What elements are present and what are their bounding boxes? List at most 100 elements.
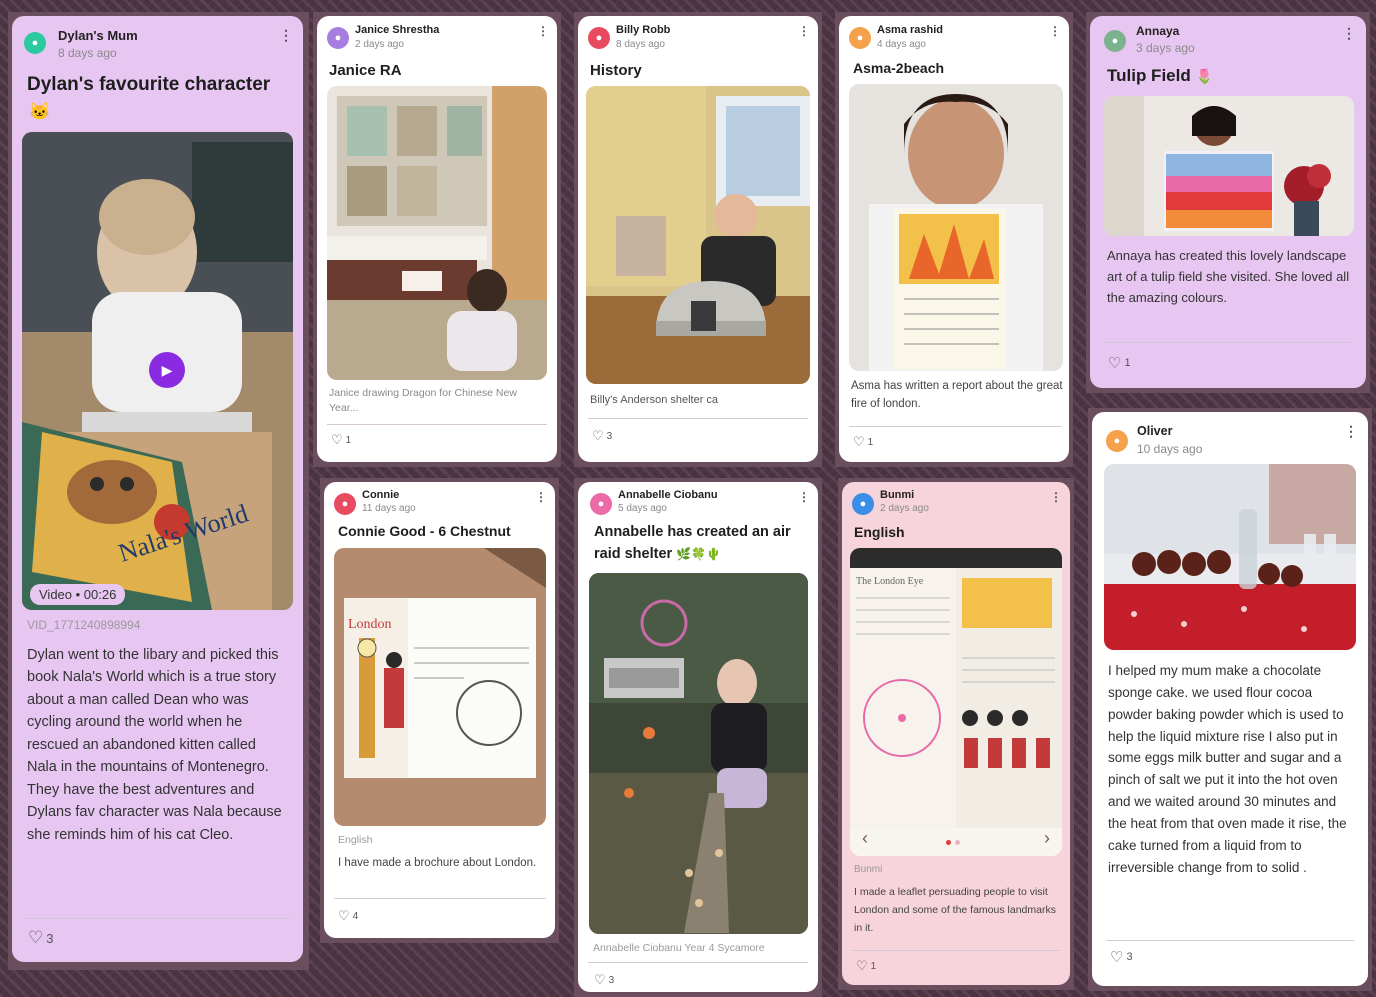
heart-icon: ♡: [592, 428, 604, 443]
avatar: ●: [1106, 430, 1128, 452]
post-image[interactable]: [586, 86, 810, 384]
post-subject: Bunmi: [854, 864, 883, 875]
heart-icon: ♡: [28, 928, 44, 947]
carousel-next-button[interactable]: ›: [1044, 828, 1050, 849]
post-caption: Annaya has created this lovely landscape…: [1107, 248, 1350, 305]
more-options-icon[interactable]: ⋮: [1049, 25, 1061, 37]
post-title-line1: Annabelle has created an air: [594, 524, 791, 540]
post-card-bunmi[interactable]: ● Bunmi 2 days ago ⋮ English The London …: [842, 482, 1070, 985]
post-card-dylan[interactable]: ● Dylan's Mum 8 days ago ⋮ Dylan's favou…: [12, 16, 303, 962]
like-count: 3: [46, 930, 54, 946]
like-button[interactable]: ♡ 3: [594, 972, 614, 988]
like-button[interactable]: ♡ 4: [338, 908, 358, 924]
plant-emoji-icon: 🌿🍀🌵: [676, 547, 722, 561]
post-video[interactable]: Nala's World ▶ Video • 00:26: [22, 132, 293, 610]
post-title: English: [854, 524, 905, 540]
avatar: ●: [590, 493, 612, 515]
post-caption: Asma has written a report about the grea…: [851, 380, 1063, 410]
post-time: 8 days ago: [58, 46, 117, 60]
divider: [852, 950, 1060, 951]
more-options-icon[interactable]: ⋮: [798, 25, 810, 37]
post-image[interactable]: [1104, 96, 1354, 236]
photo-billy: [586, 86, 810, 384]
post-image[interactable]: [849, 84, 1063, 371]
post-title: Connie Good - 6 Chestnut: [338, 523, 511, 539]
author-name: Connie: [362, 489, 400, 501]
post-caption: Annabelle Ciobanu Year 4 Sycamore: [593, 942, 765, 954]
author-name: Annabelle Ciobanu: [618, 489, 718, 501]
carousel-prev-button[interactable]: ‹: [862, 828, 868, 849]
like-count: 3: [606, 430, 613, 442]
post-card-annaya[interactable]: ● Annaya 3 days ago ⋮ Tulip Field 🌷 Anna…: [1090, 16, 1366, 388]
post-image[interactable]: [589, 573, 808, 934]
carousel-dots: [946, 840, 960, 845]
more-options-icon[interactable]: ⋮: [798, 491, 810, 503]
post-image-carousel[interactable]: The London Eye ‹ ›: [850, 548, 1062, 856]
like-button[interactable]: ♡ 1: [331, 432, 351, 448]
post-title: Tulip Field 🌷: [1107, 66, 1213, 86]
post-title-line2: raid shelter 🌿🍀🌵: [594, 546, 721, 562]
more-options-icon[interactable]: ⋮: [279, 28, 293, 42]
author-name: Annaya: [1136, 24, 1180, 38]
leaflet-heading: The London Eye: [856, 576, 924, 587]
author-name: Janice Shrestha: [355, 24, 440, 36]
post-caption: I made a leaflet persuading people to vi…: [854, 886, 1056, 934]
author-name: Bunmi: [880, 489, 915, 501]
avatar: ●: [334, 493, 356, 515]
post-caption: I helped my mum make a chocolate sponge …: [1108, 663, 1347, 875]
post-title-text: Tulip Field: [1107, 66, 1191, 85]
photo-janice: [327, 86, 547, 380]
video-duration-badge: Video • 00:26: [30, 584, 126, 605]
more-options-icon[interactable]: ⋮: [1342, 26, 1356, 40]
post-image[interactable]: [327, 86, 547, 380]
post-title: History: [590, 62, 642, 79]
post-card-janice[interactable]: ● Janice Shrestha 2 days ago ⋮ Janice RA…: [317, 16, 557, 462]
author-name: Asma rashid: [877, 24, 944, 36]
post-time: 2 days ago: [880, 503, 929, 514]
avatar: ●: [852, 493, 874, 515]
more-options-icon[interactable]: ⋮: [1050, 491, 1062, 503]
post-time: 5 days ago: [618, 503, 667, 514]
more-options-icon[interactable]: ⋮: [537, 25, 549, 37]
like-count: 4: [352, 910, 359, 922]
like-button[interactable]: ♡ 3: [28, 928, 53, 948]
divider: [24, 918, 291, 919]
divider: [588, 962, 808, 963]
author-name: Billy Robb: [616, 24, 671, 36]
like-button[interactable]: ♡ 3: [592, 428, 612, 444]
heart-icon: ♡: [338, 908, 350, 923]
post-card-connie[interactable]: ● Connie 11 days ago ⋮ Connie Good - 6 C…: [324, 482, 555, 938]
like-button[interactable]: ♡ 1: [1108, 354, 1131, 372]
divider: [588, 418, 808, 419]
post-time: 4 days ago: [877, 39, 926, 50]
like-button[interactable]: ♡ 1: [853, 434, 873, 450]
post-caption: I have made a brochure about London.: [338, 857, 537, 869]
photo-annaya: [1104, 96, 1354, 236]
post-card-annabelle[interactable]: ● Annabelle Ciobanu 5 days ago ⋮ Annabel…: [578, 482, 818, 992]
avatar: ●: [588, 27, 610, 49]
author-name: Dylan's Mum: [58, 28, 138, 43]
video-filename: VID_1771240898994: [27, 618, 141, 632]
post-card-asma[interactable]: ● Asma rashid 4 days ago ⋮ Asma-2beach A…: [839, 16, 1069, 462]
like-button[interactable]: ♡ 1: [856, 958, 876, 974]
photo-oliver: [1104, 464, 1356, 650]
photo-asma: [849, 84, 1063, 371]
more-options-icon[interactable]: ⋮: [1344, 424, 1358, 438]
cat-emoji-icon: 🐱: [29, 102, 51, 121]
photo-connie: London: [334, 548, 546, 826]
post-card-billy[interactable]: ● Billy Robb 8 days ago ⋮ History Billy'…: [578, 16, 818, 462]
photo-annabelle: [589, 573, 808, 934]
post-image[interactable]: London: [334, 548, 546, 826]
more-options-icon[interactable]: ⋮: [535, 491, 547, 503]
like-button[interactable]: ♡ 3: [1110, 948, 1133, 966]
post-time: 2 days ago: [355, 39, 404, 50]
post-card-oliver[interactable]: ● Oliver 10 days ago ⋮ I helped my mum m…: [1092, 412, 1368, 986]
avatar: ●: [24, 32, 46, 54]
post-image[interactable]: [1104, 464, 1356, 650]
play-button[interactable]: ▶: [149, 352, 185, 388]
heart-icon: ♡: [594, 972, 606, 987]
photo-bunmi: The London Eye: [850, 548, 1062, 828]
post-time: 3 days ago: [1136, 41, 1195, 55]
post-time: 11 days ago: [362, 503, 416, 514]
post-title: Asma-2beach: [853, 60, 945, 76]
